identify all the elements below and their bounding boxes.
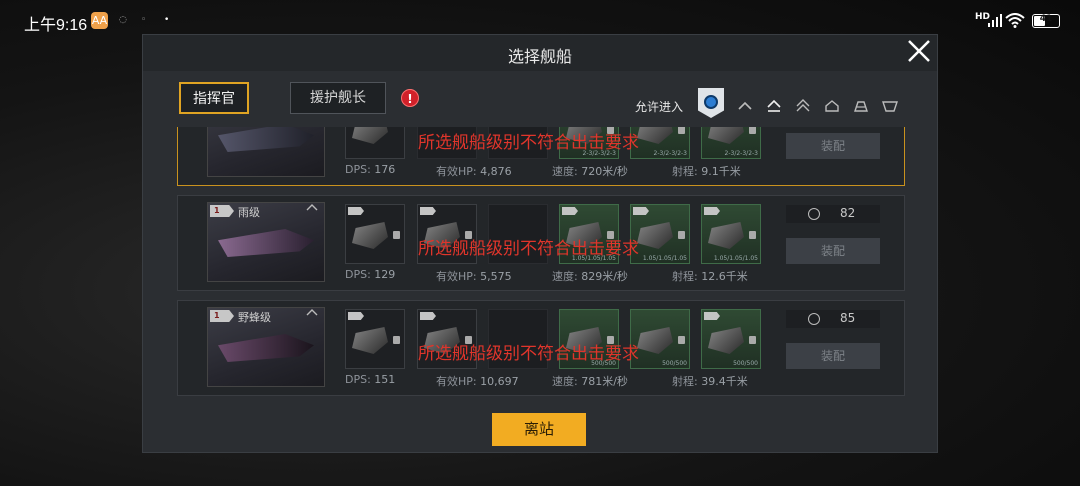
ship-row[interactable]: 1 野蜂级 500/500 500/500 500/500 所选舰船级别不符合出… (177, 300, 905, 396)
tab-escort-captain[interactable]: 援护舰长 (290, 82, 386, 114)
combat-power: 85 (786, 310, 880, 328)
stat-dps: DPS: 176 (345, 163, 396, 176)
app-notification-icon: AA (91, 12, 108, 29)
lock-icon (393, 336, 400, 344)
lock-icon (678, 127, 685, 134)
stat-range: 射程: 9.1千米 (672, 165, 741, 178)
depart-button[interactable]: 离站 (492, 413, 586, 446)
equip-button[interactable]: 装配 (786, 343, 880, 369)
stat-speed: 速度: 720米/秒 (552, 165, 628, 178)
lock-icon (749, 127, 756, 134)
auxiliary-filter-icon[interactable] (853, 99, 869, 113)
stat-range: 射程: 39.4千米 (672, 375, 748, 388)
tier-warning: 所选舰船级别不符合出击要求 (418, 239, 639, 259)
equipment-slot[interactable] (345, 127, 405, 159)
equipment-slot[interactable]: 500/500 (701, 309, 761, 369)
equip-button[interactable]: 装配 (786, 133, 880, 159)
lock-icon (749, 336, 756, 344)
sync-icon: ◌ (119, 15, 127, 25)
stat-hp: 有效HP: 5,575 (436, 270, 512, 283)
lock-icon (393, 231, 400, 239)
tier-warning: 所选舰船级别不符合出击要求 (418, 344, 639, 364)
destroyer-filter-icon[interactable] (766, 99, 782, 113)
ship-tier-badge: 1 (210, 205, 234, 217)
ship-row[interactable]: 1 雨级 1.05/1.05/1.05 1.05/1.05/1.05 1.05/… (177, 195, 905, 291)
stat-range: 射程: 12.6千米 (672, 270, 748, 283)
select-ship-dialog: 选择舰船 指挥官 援护舰长 ! 允许进入 2-3/2-3/2-3 2-3/2-3… (142, 34, 938, 453)
power-icon (808, 313, 820, 325)
dialog-header: 选择舰船 (143, 35, 937, 71)
ship-list: 2-3/2-3/2-3 2-3/2-3/2-3 2-3/2-3/2-3 所选舰船… (177, 127, 905, 397)
equipment-slot[interactable]: 1.05/1.05/1.05 (630, 204, 690, 264)
allowed-ship-type-badge (698, 88, 724, 118)
stat-dps: DPS: 151 (345, 373, 396, 386)
signal-icon (988, 14, 1002, 27)
battery-icon: 41 (1032, 14, 1060, 28)
chevron-up-icon[interactable] (306, 203, 318, 211)
carrier-filter-icon[interactable] (882, 99, 898, 113)
ship-tier-badge: 1 (210, 310, 234, 322)
power-icon (808, 208, 820, 220)
equipment-slot[interactable]: 1.05/1.05/1.05 (701, 204, 761, 264)
stat-hp: 有效HP: 10,697 (436, 375, 519, 388)
lock-icon (678, 336, 685, 344)
lock-icon (749, 231, 756, 239)
stat-dps: DPS: 129 (345, 268, 396, 281)
ship-class-name: 雨级 (238, 206, 260, 219)
ship-row[interactable]: 2-3/2-3/2-3 2-3/2-3/2-3 2-3/2-3/2-3 所选舰船… (177, 127, 905, 186)
tab-commander[interactable]: 指挥官 (179, 82, 249, 114)
dialog-title: 选择舰船 (507, 47, 572, 66)
stat-speed: 速度: 829米/秒 (552, 270, 628, 283)
equipment-slot[interactable]: 500/500 (630, 309, 690, 369)
equip-button[interactable]: 装配 (786, 238, 880, 264)
equipment-slot[interactable] (345, 309, 405, 369)
ship-type-emblem-icon (704, 95, 718, 109)
wifi-icon (1005, 13, 1025, 28)
allow-entry-label: 允许进入 (635, 100, 684, 114)
equipment-slot[interactable]: 2-3/2-3/2-3 (701, 127, 761, 159)
clock: 上午9:16 (24, 17, 88, 34)
combat-power: 82 (786, 205, 880, 223)
stat-speed: 速度: 781米/秒 (552, 375, 628, 388)
battery-level: 41 (1039, 14, 1053, 24)
notification-icon: ◦ (141, 15, 147, 25)
battlecruiser-filter-icon[interactable] (824, 99, 840, 113)
more-notifications-icon: • (164, 15, 170, 25)
lock-icon (678, 231, 685, 239)
frigate-filter-icon[interactable] (737, 99, 753, 113)
close-icon[interactable] (899, 31, 939, 71)
stat-hp: 有效HP: 4,876 (436, 165, 512, 178)
tier-warning: 所选舰船级别不符合出击要求 (418, 133, 639, 153)
cruiser-filter-icon[interactable] (795, 99, 811, 113)
alert-icon[interactable]: ! (401, 89, 419, 107)
equipment-slot[interactable] (345, 204, 405, 264)
ship-image (207, 127, 325, 177)
equipment-slot[interactable]: 2-3/2-3/2-3 (630, 127, 690, 159)
ship-class-name: 野蜂级 (238, 311, 271, 324)
chevron-up-icon[interactable] (306, 308, 318, 316)
